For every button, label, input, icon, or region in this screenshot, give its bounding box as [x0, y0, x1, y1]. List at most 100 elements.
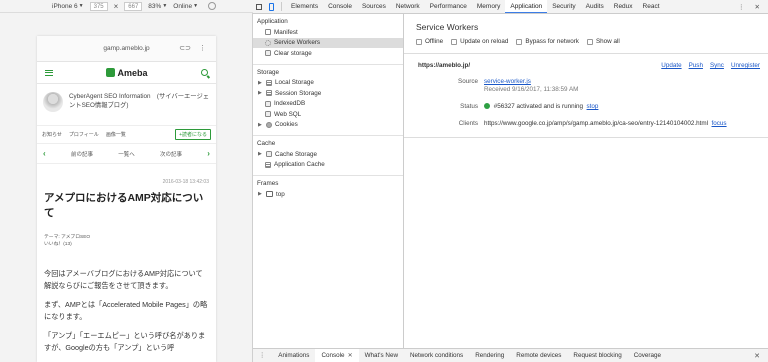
article: 2016-03-18 13:42:03 アメプロにおけるAMP対応について テー…: [37, 179, 216, 353]
chevron-right-icon[interactable]: ›: [207, 149, 210, 158]
focus-link[interactable]: focus: [712, 120, 727, 127]
expand-triangle-icon[interactable]: ▶: [258, 151, 263, 157]
sidebar-item-clear-storage[interactable]: Clear storage: [253, 48, 403, 59]
zoom-select[interactable]: 83% ▼: [148, 3, 167, 10]
expand-triangle-icon[interactable]: ▶: [258, 191, 263, 197]
blog-info: CyberAgent SEO Information (サイバーエージェントSE…: [37, 84, 216, 126]
manifest-icon: [265, 29, 271, 36]
width-input[interactable]: 375: [89, 1, 108, 11]
blog-title[interactable]: CyberAgent SEO Information (サイバーエージェントSE…: [69, 92, 210, 110]
tab-performance[interactable]: Performance: [425, 0, 472, 13]
sidebar-item-indexeddb[interactable]: IndexedDB: [253, 99, 403, 110]
device-toolbar: iPhone 6 ▼ 375 × 667 83% ▼ Online ▼: [0, 0, 253, 13]
close-devtools-icon[interactable]: ✕: [755, 3, 760, 11]
drawer-tab-rendering[interactable]: Rendering: [469, 349, 510, 362]
network-select[interactable]: Online ▼: [173, 3, 198, 10]
sidebar-item-frame-top[interactable]: ▶ top: [253, 189, 403, 200]
tab-react[interactable]: React: [638, 0, 665, 13]
tab-audits[interactable]: Audits: [581, 0, 609, 13]
close-tab-icon[interactable]: ✕: [348, 352, 353, 359]
search-icon[interactable]: [200, 69, 208, 76]
application-sidebar: Application Manifest Service Workers Cle…: [253, 14, 404, 348]
bypass-network-checkbox[interactable]: Bypass for network: [516, 38, 579, 45]
expand-triangle-icon[interactable]: ▶: [258, 80, 263, 86]
more-options-icon[interactable]: ⋮: [738, 3, 745, 11]
panel-title: Service Workers: [416, 22, 479, 32]
article-list-link[interactable]: 一覧へ: [118, 150, 135, 158]
ameba-logo-mark-icon: [106, 68, 116, 77]
sw-origin-row: https://ameblo.jp/ Update Push Sync Unre…: [404, 54, 768, 69]
tab-security[interactable]: Security: [547, 0, 580, 13]
ameba-logo[interactable]: Ameba: [106, 68, 148, 78]
checkbox-icon[interactable]: [451, 38, 458, 45]
expand-triangle-icon[interactable]: ▶: [258, 90, 263, 96]
sidebar-item-service-workers[interactable]: Service Workers: [253, 37, 403, 48]
sidebar-item-cache-storage[interactable]: ▶ Cache Storage: [253, 149, 403, 160]
prev-article-link[interactable]: 前の記事: [71, 150, 93, 158]
inspect-icon: [256, 3, 262, 10]
tab-memory[interactable]: Memory: [472, 0, 505, 13]
drawer-tab-console[interactable]: Console ✕: [315, 348, 359, 362]
blog-nav: お知らせ プロフィール 画像一覧 +読者になる: [37, 126, 216, 144]
more-icon[interactable]: ⋮: [199, 44, 206, 52]
tab-sources[interactable]: Sources: [357, 0, 391, 13]
avatar[interactable]: [43, 92, 63, 112]
device-toggle-button[interactable]: [265, 0, 277, 13]
chevron-left-icon[interactable]: ‹: [43, 149, 46, 158]
unregister-link[interactable]: Unregister: [731, 62, 760, 69]
sidebar-item-application-cache[interactable]: Application Cache: [253, 160, 403, 171]
height-input[interactable]: 667: [124, 1, 143, 11]
sidebar-item-manifest[interactable]: Manifest: [253, 27, 403, 38]
hamburger-icon[interactable]: [45, 69, 53, 76]
drawer-tab-remote-devices[interactable]: Remote devices: [510, 349, 567, 362]
expand-triangle-icon[interactable]: ▶: [258, 122, 263, 128]
sidebar-item-session-storage[interactable]: ▶ Session Storage: [253, 88, 403, 99]
nav-news[interactable]: お知らせ: [42, 131, 62, 138]
article-theme[interactable]: テーマ: アメブロSEO: [44, 234, 209, 241]
checkbox-icon[interactable]: [416, 38, 422, 45]
drawer-tab-coverage[interactable]: Coverage: [628, 349, 667, 362]
push-link[interactable]: Push: [689, 62, 703, 69]
caret-down-icon: ▼: [78, 3, 84, 9]
drawer-tab-animations[interactable]: Animations: [272, 349, 315, 362]
sidebar-item-cookies[interactable]: ▶ Cookies: [253, 120, 403, 131]
sync-link[interactable]: Sync: [710, 62, 724, 69]
sidebar-item-local-storage[interactable]: ▶ Local Storage: [253, 78, 403, 89]
tab-console[interactable]: Console: [323, 0, 357, 13]
update-on-reload-checkbox[interactable]: Update on reload: [451, 38, 508, 45]
nav-profile[interactable]: プロフィール: [69, 131, 99, 138]
tab-redux[interactable]: Redux: [609, 0, 638, 13]
link-icon[interactable]: ⊂⊃: [179, 44, 191, 52]
device-select[interactable]: iPhone 6 ▼: [52, 3, 84, 10]
nav-images[interactable]: 画像一覧: [106, 131, 126, 138]
source-link[interactable]: service-worker.js: [484, 78, 578, 86]
follow-button[interactable]: +読者になる: [175, 129, 211, 140]
offline-checkbox[interactable]: Offline: [416, 38, 443, 45]
checkbox-icon[interactable]: [586, 38, 593, 45]
tab-elements[interactable]: Elements: [286, 0, 323, 13]
checkbox-icon[interactable]: [516, 38, 523, 45]
rotate-icon[interactable]: [208, 2, 217, 10]
drawer-tab-request-blocking[interactable]: Request blocking: [567, 349, 627, 362]
stop-link[interactable]: stop: [587, 103, 599, 110]
sidebar-section-storage: Storage: [257, 68, 280, 76]
show-all-checkbox[interactable]: Show all: [586, 38, 620, 45]
article-paragraph: 今回はアメーバブログにおけるAMP対応について解説ならびにご報告をさせて頂きます…: [44, 269, 203, 290]
drawer-menu-icon[interactable]: ⋮: [253, 352, 272, 359]
times-icon: ×: [113, 1, 119, 11]
next-article-link[interactable]: 次の記事: [160, 150, 182, 158]
drawer-tab-network-conditions[interactable]: Network conditions: [404, 349, 469, 362]
database-icon: [265, 50, 271, 57]
sidebar-item-web-sql[interactable]: Web SQL: [253, 109, 403, 120]
drawer-tab-whats-new[interactable]: What's New: [359, 349, 404, 362]
devtools-panel: Elements Console Sources Network Perform…: [253, 0, 768, 362]
device-emulation-pane: iPhone 6 ▼ 375 × 667 83% ▼ Online ▼ gamp.am…: [0, 0, 253, 362]
article-likes[interactable]: いいね！(13): [44, 241, 209, 248]
close-drawer-icon[interactable]: ✕: [754, 352, 768, 360]
tab-network[interactable]: Network: [391, 0, 425, 13]
tab-application[interactable]: Application: [505, 0, 548, 13]
update-link[interactable]: Update: [661, 62, 681, 69]
inspect-element-button[interactable]: [253, 0, 265, 13]
status-dot-icon: [484, 103, 490, 109]
article-paragraph: 「アンプ」「エーエムピー」という呼び名がありますが、Googleの方も「アンプ」…: [44, 331, 206, 352]
